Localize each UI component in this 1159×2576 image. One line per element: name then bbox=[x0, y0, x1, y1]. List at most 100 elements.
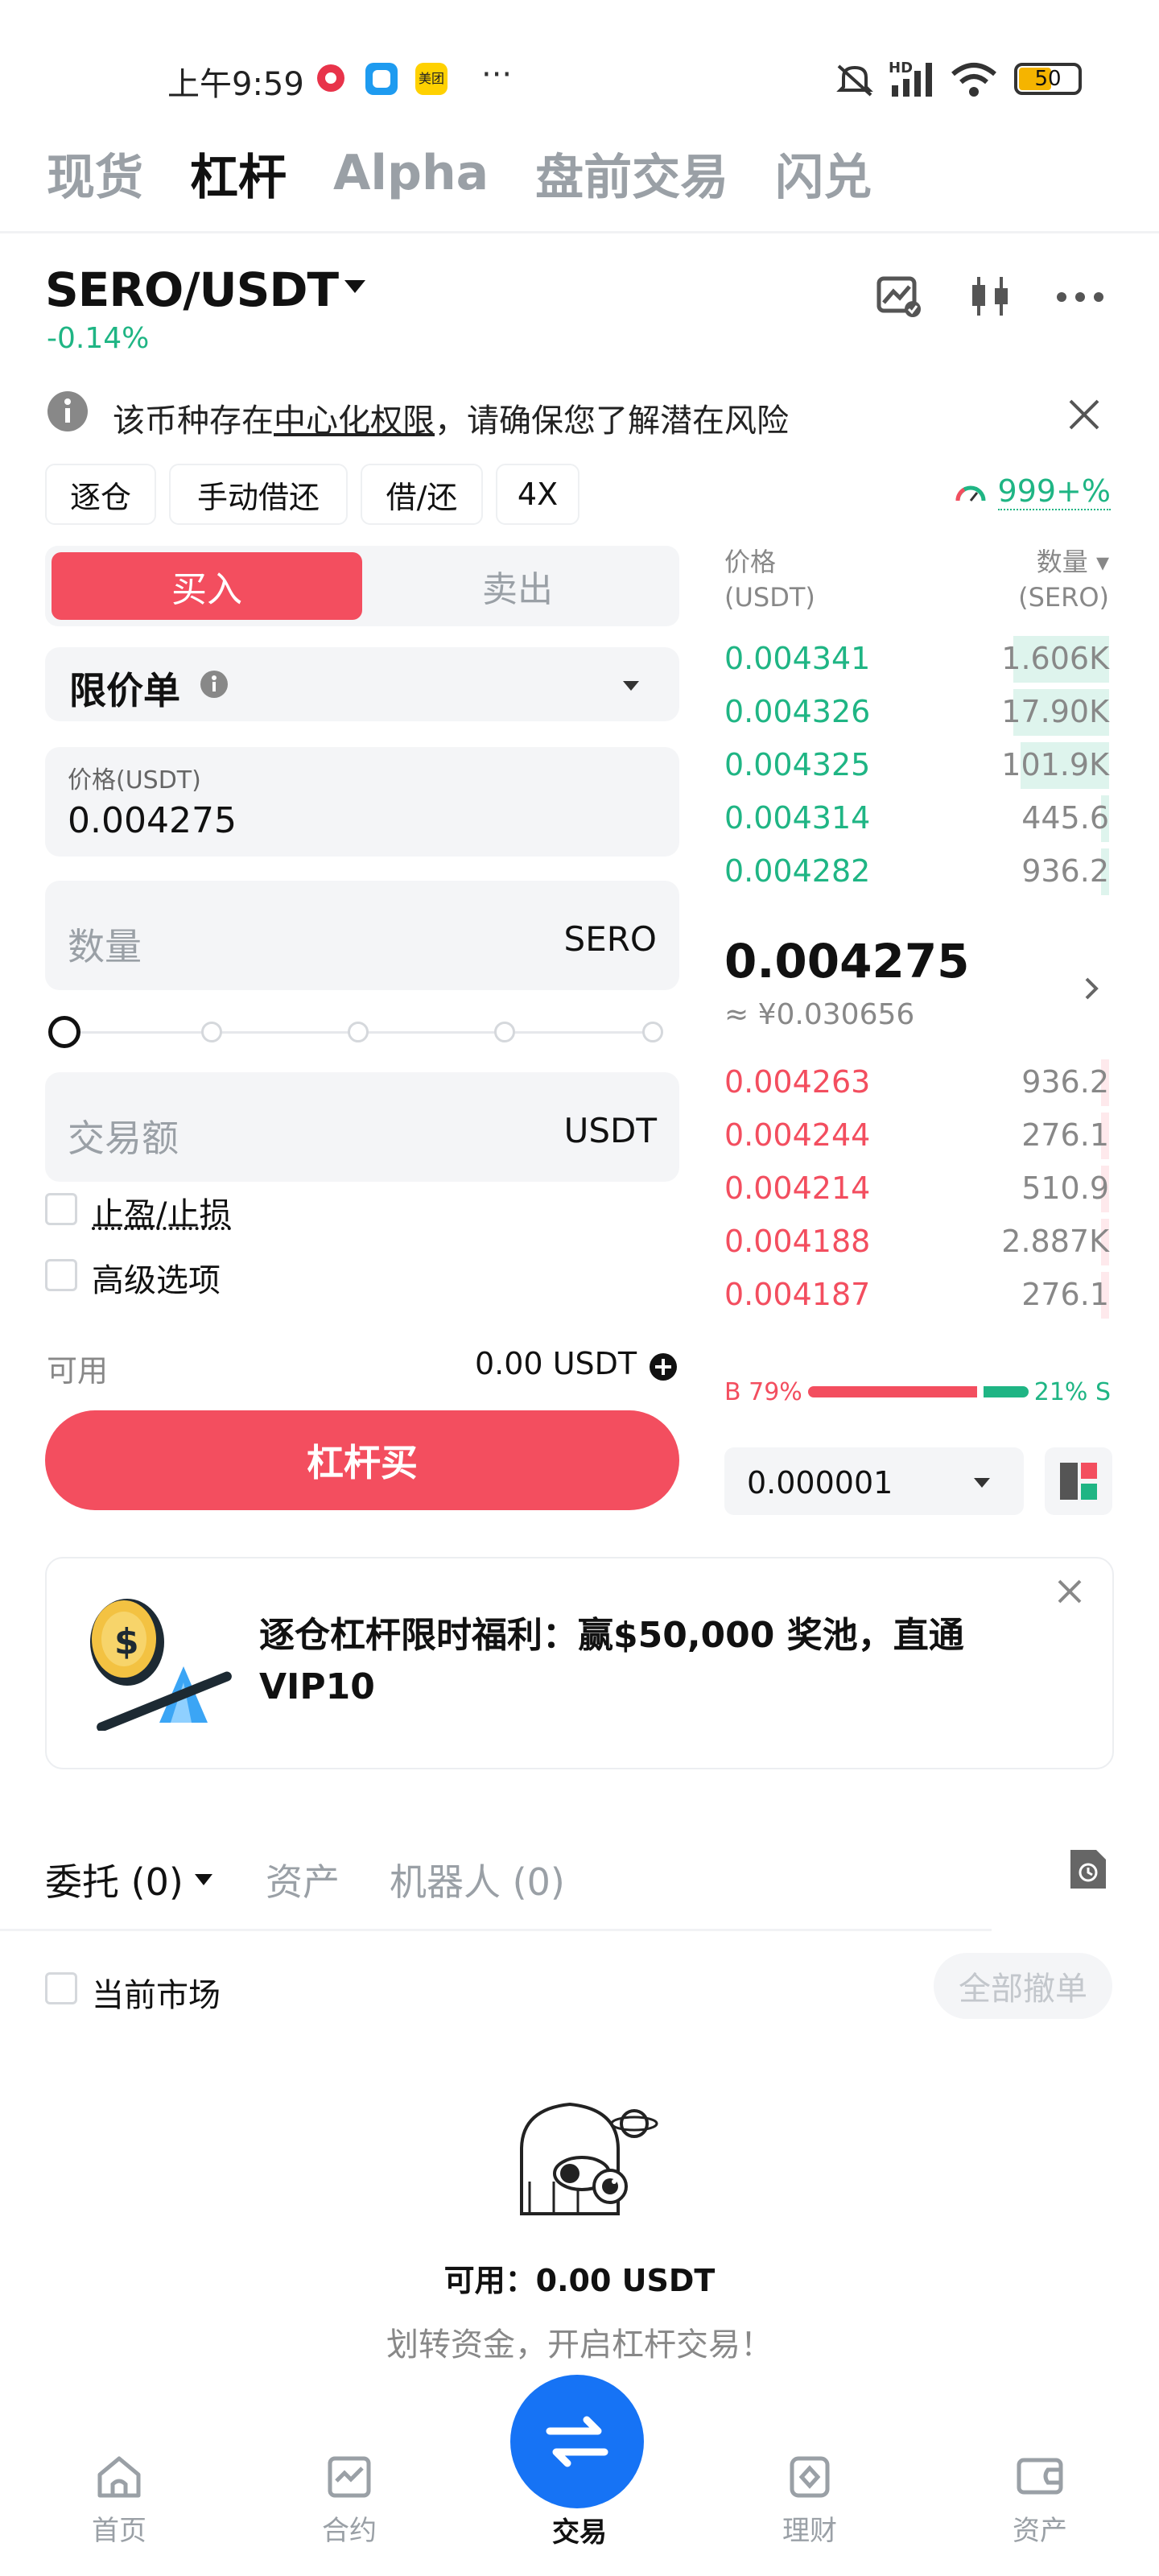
dropdown-icon[interactable] bbox=[621, 679, 641, 692]
notice-link[interactable]: 中心化权限 bbox=[274, 394, 435, 441]
slider-step-100[interactable] bbox=[642, 1022, 663, 1042]
svg-text:$: $ bbox=[114, 1621, 139, 1662]
quantity-placeholder[interactable]: 数量 bbox=[68, 918, 142, 971]
layout-icon bbox=[1060, 1463, 1097, 1500]
add-funds-icon[interactable] bbox=[649, 1352, 678, 1381]
ob-price[interactable]: 0.004188 bbox=[724, 1224, 870, 1259]
tab-premarket[interactable]: 盘前交易 bbox=[535, 138, 728, 208]
ask-row[interactable]: 0.004282 936.2 bbox=[724, 845, 1109, 898]
slider-step-50[interactable] bbox=[348, 1022, 369, 1042]
meituan-icon: 美团 bbox=[415, 63, 448, 95]
slider-step-25[interactable] bbox=[201, 1022, 222, 1042]
caret-down-icon[interactable] bbox=[343, 279, 367, 295]
ob-price[interactable]: 0.004325 bbox=[724, 747, 870, 782]
advanced-label[interactable]: 高级选项 bbox=[92, 1254, 221, 1301]
empty-available: 可用：0.00 USDT bbox=[443, 2263, 716, 2298]
leverage-chip[interactable]: 4X bbox=[496, 464, 580, 525]
tab-assets[interactable]: 资产 bbox=[266, 1853, 340, 1906]
ob-qty-header[interactable]: 数量 ▾ (SERO) bbox=[1018, 544, 1109, 615]
slider-step-75[interactable] bbox=[494, 1022, 515, 1042]
bid-row[interactable]: 0.004244 276.1 bbox=[724, 1109, 1109, 1162]
current-market-checkbox[interactable] bbox=[45, 1972, 77, 2004]
ob-price[interactable]: 0.004326 bbox=[724, 694, 870, 729]
chevron-right-icon[interactable] bbox=[1083, 976, 1099, 1001]
notice-suffix: ，请确保您了解潜在风险 bbox=[435, 402, 789, 440]
nav-trade-button[interactable] bbox=[510, 2375, 644, 2508]
ob-qty-header-unit: (SERO) bbox=[1018, 582, 1109, 613]
order-history-icon[interactable] bbox=[1067, 1847, 1109, 1892]
sell-ratio-bar bbox=[984, 1386, 1029, 1397]
ob-qty[interactable]: 276.1 bbox=[1021, 1277, 1109, 1312]
ob-price[interactable]: 0.004282 bbox=[724, 853, 870, 889]
dropdown-icon[interactable] bbox=[972, 1476, 992, 1489]
bid-row[interactable]: 0.004263 936.2 bbox=[724, 1056, 1109, 1109]
tab-spot[interactable]: 现货 bbox=[47, 138, 143, 208]
margin-buy-button[interactable]: 杠杆买 bbox=[45, 1410, 679, 1510]
notice-prefix: 该币种存在 bbox=[113, 402, 274, 440]
close-icon[interactable] bbox=[1067, 398, 1101, 431]
amount-unit: USDT bbox=[563, 1111, 657, 1150]
margin-mode-chip[interactable]: 逐仓 bbox=[45, 464, 156, 525]
tab-alpha[interactable]: Alpha bbox=[333, 145, 489, 201]
nav-assets[interactable]: 资产 bbox=[959, 2454, 1120, 2548]
ob-qty[interactable]: 510.9 bbox=[1021, 1170, 1109, 1206]
tab-open-orders[interactable]: 委托 (0) bbox=[45, 1853, 214, 1906]
ob-price[interactable]: 0.004244 bbox=[724, 1117, 870, 1153]
available-label: 可用 bbox=[47, 1353, 109, 1389]
nav-trade-label[interactable]: 交易 bbox=[499, 2510, 660, 2549]
slider-handle[interactable] bbox=[48, 1016, 80, 1048]
more-icon[interactable] bbox=[1056, 291, 1104, 303]
risk-rate[interactable]: 999+% bbox=[955, 473, 1111, 510]
ob-qty[interactable]: 936.2 bbox=[1021, 853, 1109, 889]
nav-earn[interactable]: 理财 bbox=[729, 2454, 890, 2548]
current-market-label[interactable]: 当前市场 bbox=[92, 1969, 221, 2016]
amount-placeholder[interactable]: 交易额 bbox=[68, 1109, 179, 1162]
battery-icon: 50 bbox=[1014, 63, 1082, 95]
ask-row[interactable]: 0.004341 1.606K bbox=[724, 633, 1109, 686]
ob-qty[interactable]: 936.2 bbox=[1021, 1064, 1109, 1100]
tpsl-checkbox[interactable] bbox=[45, 1193, 77, 1225]
price-input-value[interactable]: 0.004275 bbox=[68, 800, 237, 841]
buy-tab[interactable]: 买入 bbox=[52, 552, 362, 620]
borrow-repay-chip[interactable]: 借/还 bbox=[361, 464, 483, 525]
ob-qty[interactable]: 1.606K bbox=[1001, 641, 1109, 676]
ob-price[interactable]: 0.004341 bbox=[724, 641, 870, 676]
ob-price[interactable]: 0.004263 bbox=[724, 1064, 870, 1100]
bid-row[interactable]: 0.004214 510.9 bbox=[724, 1162, 1109, 1216]
ob-qty[interactable]: 445.6 bbox=[1021, 800, 1109, 836]
close-icon[interactable] bbox=[1056, 1578, 1083, 1605]
advanced-checkbox[interactable] bbox=[45, 1259, 77, 1291]
nav-futures[interactable]: 合约 bbox=[269, 2454, 430, 2548]
bid-row[interactable]: 0.004187 276.1 bbox=[724, 1269, 1109, 1322]
ask-row[interactable]: 0.004314 445.6 bbox=[724, 792, 1109, 845]
ob-qty[interactable]: 101.9K bbox=[1001, 747, 1109, 782]
chart-icon[interactable] bbox=[876, 274, 924, 319]
ob-price-header: 价格 (USDT) bbox=[724, 544, 815, 615]
tpsl-label[interactable]: 止盈/止损 bbox=[92, 1188, 231, 1235]
ob-price[interactable]: 0.004314 bbox=[724, 800, 870, 836]
ask-row[interactable]: 0.004325 101.9K bbox=[724, 739, 1109, 792]
ob-qty[interactable]: 276.1 bbox=[1021, 1117, 1109, 1153]
available-value: 0.00 USDT bbox=[475, 1346, 637, 1381]
info-icon[interactable] bbox=[200, 670, 229, 699]
cancel-all-button[interactable]: 全部撤单 bbox=[934, 1953, 1112, 2019]
nav-home[interactable]: 首页 bbox=[39, 2454, 200, 2548]
ob-qty[interactable]: 17.90K bbox=[1001, 694, 1109, 729]
wifi-icon bbox=[950, 61, 998, 98]
candlestick-icon[interactable] bbox=[966, 274, 1014, 319]
pair-selector[interactable]: SERO/USDT bbox=[45, 262, 339, 317]
ask-row[interactable]: 0.004326 17.90K bbox=[724, 686, 1109, 739]
book-layout-button[interactable] bbox=[1045, 1447, 1112, 1515]
tab-convert[interactable]: 闪兑 bbox=[775, 138, 872, 208]
tab-bots[interactable]: 机器人 (0) bbox=[390, 1853, 565, 1906]
ob-price[interactable]: 0.004214 bbox=[724, 1170, 870, 1206]
tab-margin[interactable]: 杠杆 bbox=[190, 138, 287, 208]
borrow-mode-chip[interactable]: 手动借还 bbox=[169, 464, 348, 525]
ob-qty[interactable]: 2.887K bbox=[1001, 1224, 1109, 1259]
home-icon bbox=[97, 2456, 141, 2498]
promo-text[interactable]: 逐仓杠杆限时福利：赢$50,000 奖池，直通VIP10 bbox=[259, 1610, 1016, 1713]
sell-tab[interactable]: 卖出 bbox=[362, 552, 673, 620]
bid-row[interactable]: 0.004188 2.887K bbox=[724, 1216, 1109, 1269]
ob-price[interactable]: 0.004187 bbox=[724, 1277, 870, 1312]
empty-hint[interactable]: 划转资金，开启杠杆交易！ bbox=[0, 2318, 1159, 2365]
